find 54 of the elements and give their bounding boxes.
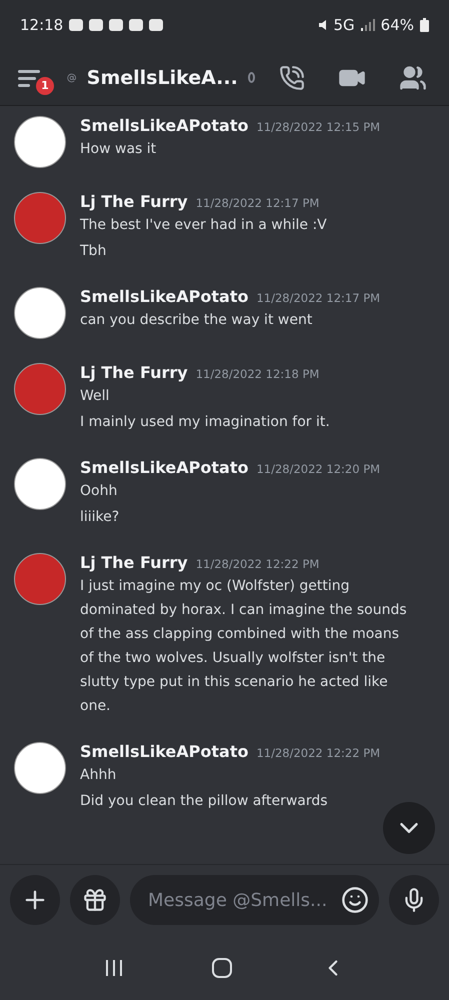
recent-apps-button[interactable] bbox=[104, 958, 124, 978]
add-button[interactable] bbox=[10, 875, 60, 925]
microphone-button[interactable] bbox=[389, 875, 439, 925]
message-text: liiike? bbox=[80, 508, 120, 527]
notification-icon bbox=[109, 19, 124, 31]
message-timestamp: 11/28/2022 12:22 PM bbox=[196, 557, 320, 571]
message-field[interactable]: Message @Smells... bbox=[146, 888, 341, 912]
avatar[interactable] bbox=[14, 742, 66, 794]
users-icon bbox=[399, 64, 428, 92]
unread-badge: 1 bbox=[34, 74, 56, 96]
battery-percent: 64% bbox=[380, 16, 414, 34]
mute-icon bbox=[318, 19, 328, 31]
author-name[interactable]: Lj The Furry bbox=[80, 363, 188, 382]
message-text: Well bbox=[80, 387, 110, 406]
avatar[interactable] bbox=[14, 458, 66, 510]
message-text: Ahhh bbox=[80, 766, 118, 785]
signal-icon bbox=[360, 19, 375, 31]
notification-icon bbox=[129, 19, 144, 31]
channel-title: SmellsLikeA... bbox=[86, 66, 238, 88]
jump-down-button[interactable] bbox=[383, 802, 435, 854]
message-timestamp: 11/28/2022 12:15 PM bbox=[256, 120, 380, 134]
author-name[interactable]: SmellsLikeAPotato bbox=[80, 287, 248, 306]
author-name[interactable]: SmellsLikeAPotato bbox=[80, 116, 248, 135]
phone-icon bbox=[278, 64, 305, 90]
message-timestamp: 11/28/2022 12:17 PM bbox=[196, 196, 320, 210]
home-button[interactable] bbox=[210, 956, 232, 978]
gift-icon bbox=[82, 887, 108, 913]
message-timestamp: 11/28/2022 12:17 PM bbox=[256, 291, 380, 305]
message-text: Oohh bbox=[80, 482, 118, 501]
clock-time: 12:18 bbox=[20, 16, 64, 34]
avatar[interactable] bbox=[14, 287, 66, 339]
message-timestamp: 11/28/2022 12:20 PM bbox=[256, 462, 380, 476]
message-text: can you describe the way it went bbox=[80, 311, 314, 330]
avatar[interactable] bbox=[14, 116, 66, 168]
message-text: Tbh bbox=[80, 242, 108, 261]
message-text: Did you clean the pillow afterwards bbox=[80, 792, 329, 811]
message-text: I just imagine my oc (Wolfster) getting dominated by horax. I can imagine the sounds of the ass clapping combined with the moans of the two wolves. Usually wolfster isn't the slutty type put in this scenario he acted like one. bbox=[80, 577, 407, 716]
gift-button[interactable] bbox=[70, 875, 120, 925]
network-type: 5G bbox=[333, 16, 355, 34]
author-name[interactable]: Lj The Furry bbox=[80, 192, 188, 211]
author-name[interactable]: SmellsLikeAPotato bbox=[80, 742, 248, 761]
message-timestamp: 11/28/2022 12:18 PM bbox=[196, 367, 320, 381]
message-text: How was it bbox=[80, 140, 158, 159]
message-field[interactable]: Message @Smells... bbox=[130, 875, 379, 925]
author-name[interactable]: Lj The Furry bbox=[80, 553, 188, 572]
emoji-icon[interactable] bbox=[341, 886, 369, 914]
message-text: I mainly used my imagination for it. bbox=[80, 413, 331, 432]
notification-icon bbox=[89, 19, 104, 31]
notification-icon bbox=[149, 19, 164, 31]
message-text: The best I've ever had in a while :V bbox=[80, 216, 328, 235]
battery-icon bbox=[420, 18, 429, 32]
author-name[interactable]: SmellsLikeAPotato bbox=[80, 458, 248, 477]
message-timestamp: 11/28/2022 12:22 PM bbox=[256, 746, 380, 760]
notification-icon bbox=[69, 19, 84, 31]
